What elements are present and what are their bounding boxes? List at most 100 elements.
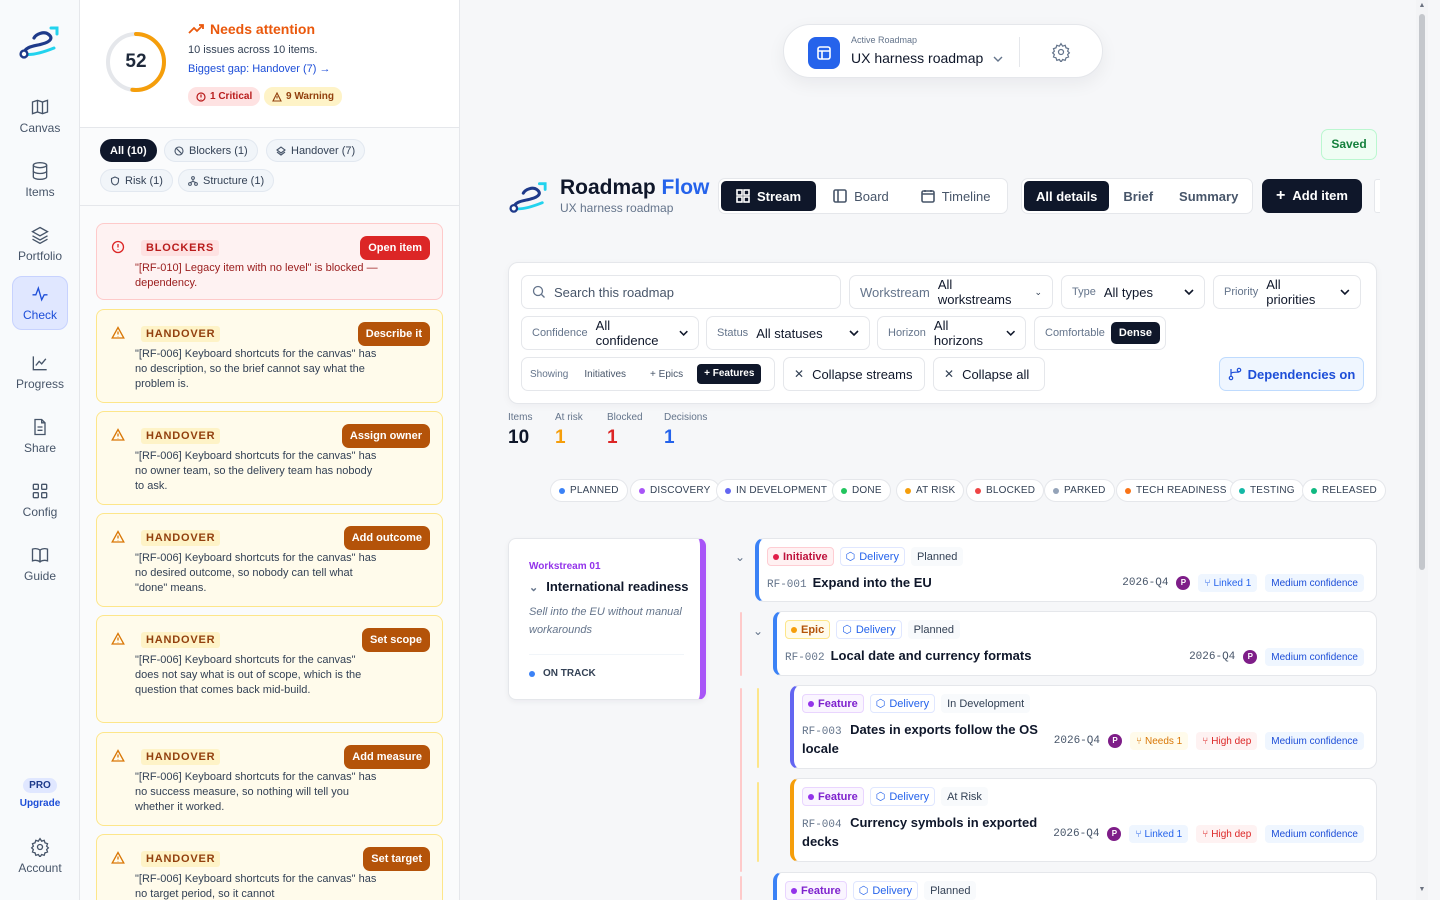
nav-share[interactable]: Share (12, 408, 68, 464)
roadmap-item[interactable]: Initiative ⬡ Delivery Planned RF-001 Expa… (755, 538, 1377, 602)
filter-risk[interactable]: Risk (1) (100, 169, 173, 192)
saved-indicator: Saved (1321, 129, 1377, 160)
legend-in-development[interactable]: IN DEVELOPMENT (716, 479, 837, 502)
nav-items[interactable]: Items (12, 152, 68, 208)
warning-chip[interactable]: 9 Warning (264, 87, 342, 106)
link-pill[interactable]: ⑂ Linked 1 (1129, 825, 1189, 843)
confidence-select[interactable]: Confidence All confidence (521, 316, 699, 350)
legend-planned[interactable]: PLANNED (550, 479, 628, 502)
dependency-pill[interactable]: ⑂ High dep (1196, 825, 1258, 843)
search-input[interactable]: Search this roadmap (521, 275, 841, 309)
issue-action-button[interactable]: Open item (360, 236, 430, 260)
legend-tech-readiness[interactable]: TECH READINESS (1116, 479, 1236, 502)
avatar[interactable]: P (1243, 650, 1258, 664)
switcher-roadmap-name: UX harness roadmap (851, 50, 1003, 66)
dependencies-toggle[interactable]: Dependencies on (1219, 357, 1364, 391)
scroll-down-arrow[interactable]: ▼ (1418, 886, 1426, 894)
legend-at-risk[interactable]: AT RISK (896, 479, 965, 502)
upgrade-link[interactable]: Upgrade (0, 798, 80, 809)
biggest-gap-link[interactable]: Biggest gap: Handover (7) → (188, 63, 330, 75)
add-item-button[interactable]: + Add item (1262, 179, 1362, 213)
legend-done[interactable]: DONE (832, 479, 891, 502)
filter-blockers[interactable]: Blockers (1) (164, 139, 258, 162)
filter-handover[interactable]: Handover (7) (266, 139, 366, 162)
nav-guide[interactable]: Guide (12, 536, 68, 592)
legend-released[interactable]: RELEASED (1302, 479, 1386, 502)
collapse-streams-button[interactable]: ✕ Collapse streams (783, 357, 925, 391)
dependency-pill[interactable]: ⑂ High dep (1196, 732, 1258, 750)
mode-label: Summary (1179, 188, 1239, 204)
showing-features[interactable]: + Features (697, 364, 762, 384)
legend-label: DISCOVERY (650, 485, 711, 496)
legend-label: DONE (852, 485, 882, 496)
legend-testing[interactable]: TESTING (1230, 479, 1304, 502)
needs-pill[interactable]: ⑂ Needs 1 (1130, 732, 1189, 750)
nav-progress[interactable]: Progress (12, 344, 68, 400)
collapse-all-button[interactable]: ✕ Collapse all (933, 357, 1045, 391)
status-dot (1311, 487, 1317, 494)
roadmap-item[interactable]: Feature ⬡ Delivery Planned (773, 872, 1377, 900)
workstream-title[interactable]: ⌄ International readiness (529, 579, 689, 594)
issue-action-button[interactable]: Add measure (344, 745, 430, 769)
priority-select[interactable]: Priority All priorities (1213, 275, 1361, 309)
health-summary-text: 10 issues across 10 items. (188, 44, 318, 56)
avatar[interactable]: P (1108, 734, 1122, 748)
stat-blocked: Blocked 1 (607, 412, 643, 449)
mode-summary[interactable]: Summary (1167, 181, 1250, 211)
workstream-select[interactable]: Workstream All workstreams ⌄ (849, 275, 1053, 309)
item-meta: 2026-Q4 P ⑂ Linked 1 ⑂ High dep Medium con… (1053, 825, 1364, 843)
view-timeline[interactable]: Timeline (906, 181, 1006, 211)
roadmap-item[interactable]: Epic ⬡ Delivery Planned RF-002 Local date… (773, 611, 1377, 676)
critical-chip[interactable]: 1 Critical (188, 87, 261, 106)
select-value: All confidence (595, 318, 659, 348)
view-stream[interactable]: Stream (721, 181, 817, 211)
avatar[interactable]: P (1107, 827, 1122, 841)
workstream-text: Delivery (889, 697, 930, 710)
nav-check[interactable]: Check (12, 276, 68, 330)
scrollbar-thumb[interactable] (1419, 14, 1425, 570)
nav-canvas[interactable]: Canvas (12, 88, 68, 144)
item-title: Expand into the EU (812, 575, 932, 590)
roadmap-item[interactable]: Feature ⬡ Delivery At Risk RF-004 Currenc… (790, 778, 1377, 862)
issue-action-button[interactable]: Set target (363, 847, 430, 871)
issue-action-button[interactable]: Add outcome (343, 526, 430, 550)
chevron-down-icon[interactable]: ⌄ (735, 550, 745, 564)
issue-action-button[interactable]: Assign owner (341, 424, 430, 448)
gear-icon[interactable] (1051, 42, 1071, 62)
horizon-select[interactable]: Horizon All horizons (877, 316, 1026, 350)
link-pill[interactable]: ⑂ Linked 1 (1198, 574, 1258, 592)
mode-all-details[interactable]: All details (1024, 181, 1110, 211)
gear-icon (30, 837, 50, 857)
roadmap-item[interactable]: Feature ⬡ Delivery In Development RF-003 … (790, 685, 1377, 769)
nav-account[interactable]: Account (12, 828, 68, 884)
mode-brief[interactable]: Brief (1111, 181, 1165, 211)
workstream-tag: ⬡ Delivery (852, 881, 919, 900)
showing-epics[interactable]: + Epics (650, 369, 683, 380)
nav-label: Guide (23, 569, 57, 583)
filter-all[interactable]: All (10) (100, 139, 157, 162)
issue-action-button[interactable]: Set scope (362, 628, 430, 652)
scrollbar[interactable]: ▲ ▼ (1416, 0, 1428, 900)
nav-config[interactable]: Config (12, 472, 68, 528)
scroll-up-arrow[interactable]: ▲ (1418, 2, 1426, 10)
issue-action-button[interactable]: Describe it (357, 322, 430, 346)
legend-discovery[interactable]: DISCOVERY (630, 479, 720, 502)
density-dense[interactable]: Dense (1110, 322, 1160, 344)
brand-subtitle: UX harness roadmap (560, 201, 674, 215)
filter-structure[interactable]: Structure (1) (178, 169, 275, 192)
nav-portfolio[interactable]: Portfolio (12, 216, 68, 272)
toolbar-overflow[interactable] (1374, 179, 1380, 213)
view-board[interactable]: Board (818, 181, 904, 211)
status-select[interactable]: Status All statuses (706, 316, 870, 350)
workstream-card[interactable]: Workstream 01 ⌄ International readiness S… (508, 538, 706, 700)
type-select[interactable]: Type All types (1061, 275, 1205, 309)
roadmap-switcher[interactable]: Active Roadmap UX harness roadmap (783, 24, 1103, 78)
legend-blocked[interactable]: BLOCKED (966, 479, 1045, 502)
shield-icon (110, 175, 120, 186)
density-comfortable[interactable]: Comfortable (1045, 327, 1105, 339)
showing-initiatives[interactable]: Initiatives (584, 369, 626, 380)
app-logo[interactable] (18, 22, 62, 62)
avatar[interactable]: P (1176, 576, 1191, 590)
legend-parked[interactable]: PARKED (1044, 479, 1115, 502)
chevron-down-icon[interactable]: ⌄ (753, 624, 763, 638)
